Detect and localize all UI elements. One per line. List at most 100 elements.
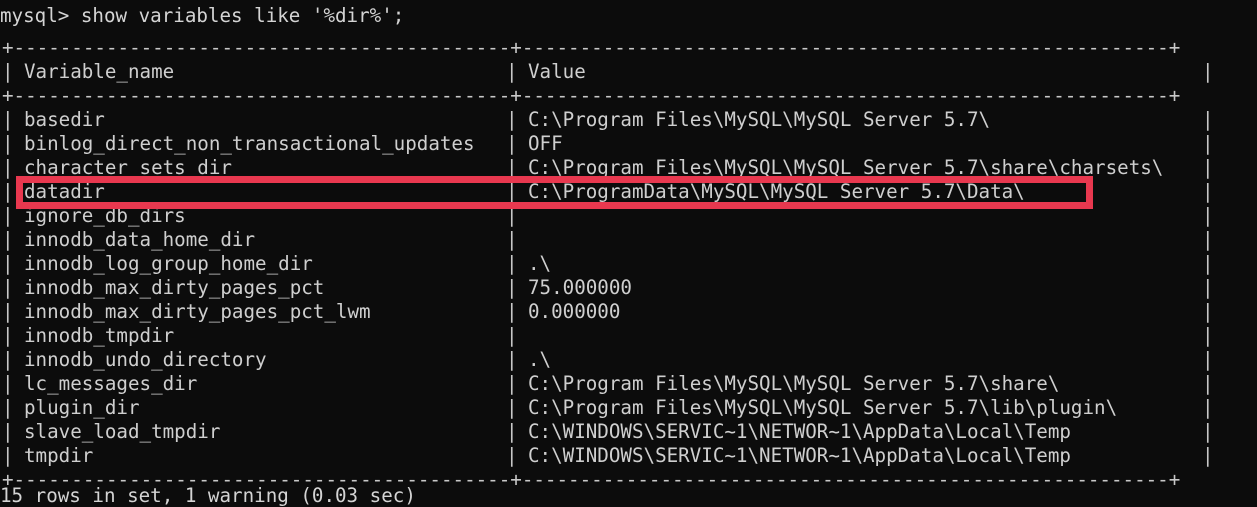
table-row: | tmpdir | C:\WINDOWS\SERVIC~1\NETWOR~1\App…: [0, 444, 1214, 468]
table-rule-header-text: +---------------------------------------…: [2, 84, 1181, 107]
cell-variable-name: binlog_direct_non_transactional_updates: [24, 132, 475, 155]
cell-variable-name: tmpdir: [24, 444, 94, 467]
table-border-pipe: |: [506, 132, 518, 155]
cell-value: C:\Program Files\MySQL\MySQL Server 5.7\…: [528, 396, 1118, 419]
table-border-pipe: |: [1202, 156, 1214, 179]
table-row: | lc_messages_dir | C:\Program Files\MySQL\…: [0, 372, 1214, 396]
table-row: | plugin_dir | C:\Program Files\MySQL\MySQL…: [0, 396, 1214, 420]
table-border-pipe: |: [1202, 228, 1214, 251]
table-border-pipe: |: [2, 372, 14, 395]
table-row: | slave_load_tmpdir | C:\WINDOWS\SERVIC~1\N…: [0, 420, 1214, 444]
table-row: | binlog_direct_non_transactional_updates…: [0, 132, 1214, 156]
table-row: | innodb_tmpdir | |: [0, 324, 1214, 348]
table-border-pipe: |: [506, 444, 518, 467]
table-border-pipe: |: [2, 204, 14, 227]
table-body: | basedir | C:\Program Files\MySQL\MySQL Se…: [0, 108, 1214, 468]
table-border-pipe: |: [2, 156, 14, 179]
table-border-pipe: |: [1202, 372, 1214, 395]
table-rule-top: +---------------------------------------…: [0, 36, 1180, 60]
table-row: | innodb_data_home_dir | |: [0, 228, 1214, 252]
table-border-pipe: |: [2, 228, 14, 251]
table-border-pipe: |: [506, 60, 518, 83]
table-border-pipe: |: [1202, 444, 1214, 467]
table-border-pipe: |: [506, 420, 518, 443]
cell-variable-name: innodb_tmpdir: [24, 324, 175, 347]
table-border-pipe: |: [2, 252, 14, 275]
table-border-pipe: |: [2, 132, 14, 155]
cell-variable-name: innodb_undo_directory: [24, 348, 267, 371]
table-border-pipe: |: [2, 108, 14, 131]
cell-variable-name: innodb_data_home_dir: [24, 228, 256, 251]
table-border-pipe: |: [2, 420, 14, 443]
table-border-pipe: |: [506, 300, 518, 323]
cell-variable-name: innodb_log_group_home_dir: [24, 252, 313, 275]
table-border-pipe: |: [2, 348, 14, 371]
table-border-pipe: |: [1202, 204, 1214, 227]
table-border-pipe: |: [1202, 252, 1214, 275]
cell-value: C:\WINDOWS\SERVIC~1\NETWOR~1\AppData\Loc…: [528, 420, 1071, 443]
table-border-pipe: |: [506, 252, 518, 275]
column-header-variable-name: Variable_name: [24, 60, 175, 83]
column-header-value: Value: [528, 60, 586, 83]
mysql-prompt-command-line: mysql> show variables like '%dir%';: [0, 4, 405, 27]
cell-value: .\: [528, 348, 552, 371]
cell-variable-name: datadir: [24, 180, 105, 203]
table-row: | innodb_undo_directory | .\ |: [0, 348, 1214, 372]
cell-value: C:\Program Files\MySQL\MySQL Server 5.7\…: [528, 156, 1164, 179]
cell-value: 75.000000: [528, 276, 632, 299]
cell-variable-name: basedir: [24, 108, 105, 131]
table-border-pipe: |: [2, 324, 14, 347]
table-row: | innodb_max_dirty_pages_pct_lwm | 0.000000…: [0, 300, 1214, 324]
table-border-pipe: |: [1202, 60, 1214, 83]
table-border-pipe: |: [2, 396, 14, 419]
table-border-pipe: |: [506, 324, 518, 347]
cell-variable-name: innodb_max_dirty_pages_pct_lwm: [24, 300, 371, 323]
table-row: | ignore_db_dirs | |: [0, 204, 1214, 228]
table-border-pipe: |: [506, 228, 518, 251]
cell-variable-name: innodb_max_dirty_pages_pct: [24, 276, 325, 299]
table-border-pipe: |: [2, 300, 14, 323]
cell-variable-name: slave_load_tmpdir: [24, 420, 221, 443]
cell-value: 0.000000: [528, 300, 621, 323]
table-border-pipe: |: [1202, 396, 1214, 419]
cell-variable-name: ignore_db_dirs: [24, 204, 186, 227]
table-border-pipe: |: [506, 396, 518, 419]
cell-value: .\: [528, 252, 552, 275]
cell-value: OFF: [528, 132, 563, 155]
table-border-pipe: |: [506, 276, 518, 299]
cell-variable-name: plugin_dir: [24, 396, 140, 419]
table-row: | character_sets_dir | C:\Program Files\MyS…: [0, 156, 1214, 180]
table-border-pipe: |: [2, 180, 14, 203]
table-row: | innodb_max_dirty_pages_pct | 75.000000 |: [0, 276, 1214, 300]
table-border-pipe: |: [506, 348, 518, 371]
table-header-row: | Variable_name | Value |: [0, 60, 1214, 84]
table-border-pipe: |: [506, 180, 518, 203]
table-border-pipe: |: [1202, 300, 1214, 323]
table-border-pipe: |: [1202, 420, 1214, 443]
mysql-console-window[interactable]: mysql> show variables like '%dir%'; +---…: [0, 0, 1257, 507]
cell-value: C:\Program Files\MySQL\MySQL Server 5.7\: [528, 108, 991, 131]
query-status-line: 15 rows in set, 1 warning (0.03 sec): [0, 484, 416, 507]
table-border-pipe: |: [506, 372, 518, 395]
table-border-pipe: |: [506, 108, 518, 131]
table-border-pipe: |: [1202, 324, 1214, 347]
table-border-pipe: |: [1202, 276, 1214, 299]
cell-value: C:\ProgramData\MySQL\MySQL Server 5.7\Da…: [528, 180, 1025, 203]
table-border-pipe: |: [2, 444, 14, 467]
cell-variable-name: character_sets_dir: [24, 156, 232, 179]
table-border-pipe: |: [506, 204, 518, 227]
table-border-pipe: |: [1202, 180, 1214, 203]
cell-value: C:\Program Files\MySQL\MySQL Server 5.7\…: [528, 372, 1060, 395]
table-rule-top-text: +---------------------------------------…: [2, 36, 1181, 59]
table-border-pipe: |: [1202, 348, 1214, 371]
cell-value: C:\WINDOWS\SERVIC~1\NETWOR~1\AppData\Loc…: [528, 444, 1071, 467]
table-border-pipe: |: [1202, 132, 1214, 155]
query-result-table: +---------------------------------------…: [0, 36, 1214, 492]
cell-variable-name: lc_messages_dir: [24, 372, 198, 395]
table-border-pipe: |: [506, 156, 518, 179]
table-border-pipe: |: [2, 60, 14, 83]
table-row: | datadir | C:\ProgramData\MySQL\MySQL Serv…: [0, 180, 1214, 204]
table-border-pipe: |: [1202, 108, 1214, 131]
table-row: | innodb_log_group_home_dir | .\ |: [0, 252, 1214, 276]
table-border-pipe: |: [2, 276, 14, 299]
